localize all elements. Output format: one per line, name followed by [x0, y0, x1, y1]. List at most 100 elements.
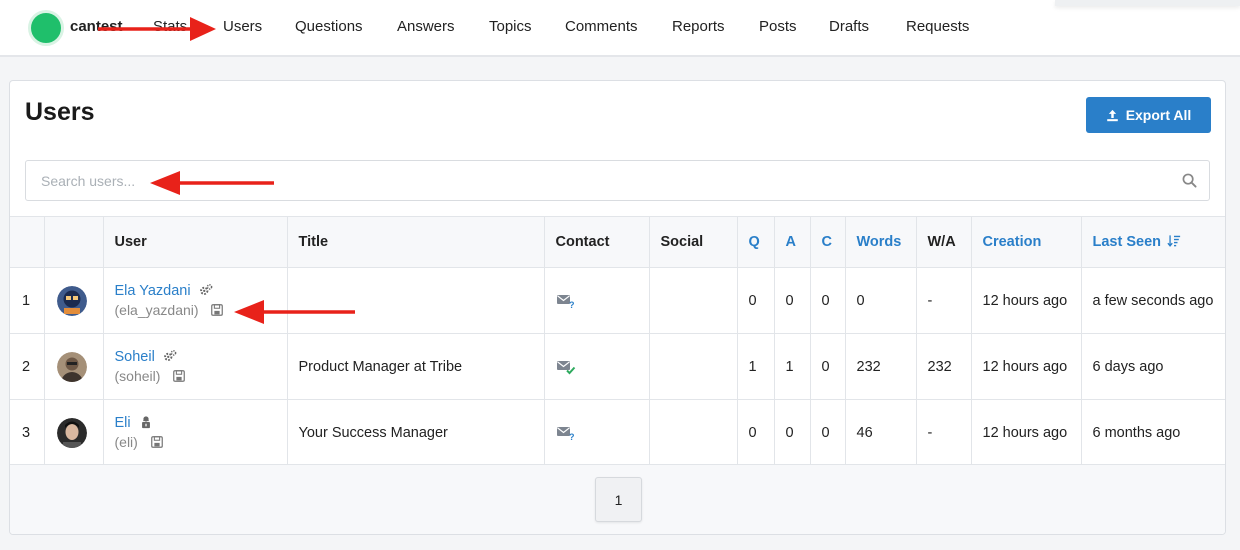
svg-text:?: ?	[569, 432, 575, 441]
nav-item-reports[interactable]: Reports	[672, 18, 725, 35]
gears-icon	[199, 284, 212, 295]
questions-count: 0	[736, 267, 775, 334]
questions-count: 0	[736, 399, 775, 466]
user-handle: (ela_yazdani)	[114, 302, 199, 318]
row-index: 1	[10, 267, 45, 334]
user-title	[286, 267, 545, 334]
social-cell	[648, 333, 738, 400]
page-1-button[interactable]: 1	[595, 477, 642, 522]
mail-check-icon[interactable]	[556, 359, 576, 375]
column-header-last-seen[interactable]: Last Seen	[1080, 216, 1225, 268]
words-count: 232	[844, 333, 917, 400]
column-header-q[interactable]: Q	[736, 216, 775, 268]
column-header-contact: Contact	[543, 216, 650, 268]
nav-item-comments[interactable]: Comments	[565, 18, 638, 35]
last-seen-time: 6 months ago	[1080, 399, 1225, 466]
svg-text:?: ?	[569, 300, 575, 309]
sort-descending-icon[interactable]	[1167, 234, 1181, 248]
column-header-creation[interactable]: Creation	[970, 216, 1082, 268]
user-cell: Soheil (soheil)	[102, 333, 288, 400]
user-title: Product Manager at Tribe	[286, 333, 545, 400]
upload-icon	[1106, 109, 1118, 121]
user-cell: Ela Yazdani (ela_yazdani)	[102, 267, 288, 334]
answers-count: 1	[773, 333, 811, 400]
row-index: 2	[10, 333, 45, 400]
avatar-cell	[43, 399, 104, 466]
creation-time: 12 hours ago	[970, 333, 1082, 400]
words-count: 0	[844, 267, 917, 334]
save-icon[interactable]	[210, 303, 224, 317]
creation-time: 12 hours ago	[970, 267, 1082, 334]
words-per-answer: 232	[915, 333, 972, 400]
table-row: 2 Soheil (soheil) Product Manager at Tri…	[10, 333, 1225, 400]
answers-count: 0	[773, 267, 811, 334]
user-name-link[interactable]: Eli	[115, 415, 131, 431]
nav-item-questions[interactable]: Questions	[295, 18, 363, 35]
comments-count: 0	[809, 333, 846, 400]
avatar-cell	[43, 267, 104, 334]
nav-item-drafts[interactable]: Drafts	[829, 18, 869, 35]
social-cell	[648, 267, 738, 334]
column-header-wa: W/A	[915, 216, 972, 268]
nav-item-users[interactable]: Users	[223, 18, 262, 35]
words-count: 46	[844, 399, 917, 466]
save-icon[interactable]	[150, 435, 164, 449]
nav-item-stats[interactable]: Stats	[153, 18, 187, 35]
user-handle: (soheil)	[114, 368, 161, 384]
comments-count: 0	[809, 399, 846, 466]
column-header-a[interactable]: A	[773, 216, 811, 268]
contact-cell	[543, 333, 650, 400]
nav-item-requests[interactable]: Requests	[906, 18, 969, 35]
nav-item-posts[interactable]: Posts	[759, 18, 797, 35]
column-header-c[interactable]: C	[809, 216, 846, 268]
avatar[interactable]	[56, 285, 87, 316]
gears-icon	[163, 350, 177, 361]
table-row: 3 Eli (eli) Your Success Manager ? 0 0 0…	[10, 399, 1225, 466]
words-per-answer: -	[915, 267, 972, 334]
search-box	[25, 160, 1210, 201]
save-icon[interactable]	[172, 369, 186, 383]
users-panel: Users Export All User Title Contact Soci…	[9, 80, 1226, 535]
questions-count: 1	[736, 333, 775, 400]
last-seen-time: a few seconds ago	[1080, 267, 1225, 334]
column-header-social: Social	[648, 216, 738, 268]
avatar[interactable]	[56, 417, 87, 448]
search-icon[interactable]	[1182, 173, 1197, 188]
search-input[interactable]	[26, 161, 1166, 200]
row-index: 3	[10, 399, 45, 466]
words-per-answer: -	[915, 399, 972, 466]
table-header-row: User Title Contact Social Q A C Words W/…	[10, 216, 1225, 268]
column-header-avatar	[43, 216, 104, 268]
column-header-index	[10, 216, 45, 268]
top-navigation: cantest Stats Users Questions Answers To…	[0, 0, 1240, 57]
last-seen-time: 6 days ago	[1080, 333, 1225, 400]
export-all-button[interactable]: Export All	[1086, 97, 1211, 133]
users-table: User Title Contact Social Q A C Words W/…	[10, 216, 1225, 466]
nav-item-answers[interactable]: Answers	[397, 18, 455, 35]
user-title: Your Success Manager	[286, 399, 545, 466]
user-lock-icon	[141, 416, 150, 429]
brand-name[interactable]: cantest	[70, 18, 123, 35]
avatar[interactable]	[56, 351, 87, 382]
logo-icon[interactable]	[28, 10, 64, 46]
answers-count: 0	[773, 399, 811, 466]
export-all-label: Export All	[1125, 107, 1192, 123]
nav-item-topics[interactable]: Topics	[489, 18, 532, 35]
table-row: 1 Ela Yazdani (ela_yazdani) ? 0 0 0 0 - …	[10, 267, 1225, 334]
user-name-link[interactable]: Soheil	[115, 349, 155, 365]
column-header-title: Title	[286, 216, 545, 268]
user-cell: Eli (eli)	[102, 399, 288, 466]
window-edge	[1055, 0, 1240, 6]
social-cell	[648, 399, 738, 466]
column-header-user: User	[102, 216, 288, 268]
mail-question-icon[interactable]: ?	[556, 425, 576, 441]
comments-count: 0	[809, 267, 846, 334]
contact-cell: ?	[543, 399, 650, 466]
avatar-cell	[43, 333, 104, 400]
column-header-words[interactable]: Words	[844, 216, 917, 268]
page-title: Users	[25, 98, 95, 126]
mail-question-icon[interactable]: ?	[556, 293, 576, 309]
user-handle: (eli)	[114, 434, 138, 450]
last-seen-label: Last Seen	[1092, 234, 1162, 250]
user-name-link[interactable]: Ela Yazdani	[115, 283, 191, 299]
